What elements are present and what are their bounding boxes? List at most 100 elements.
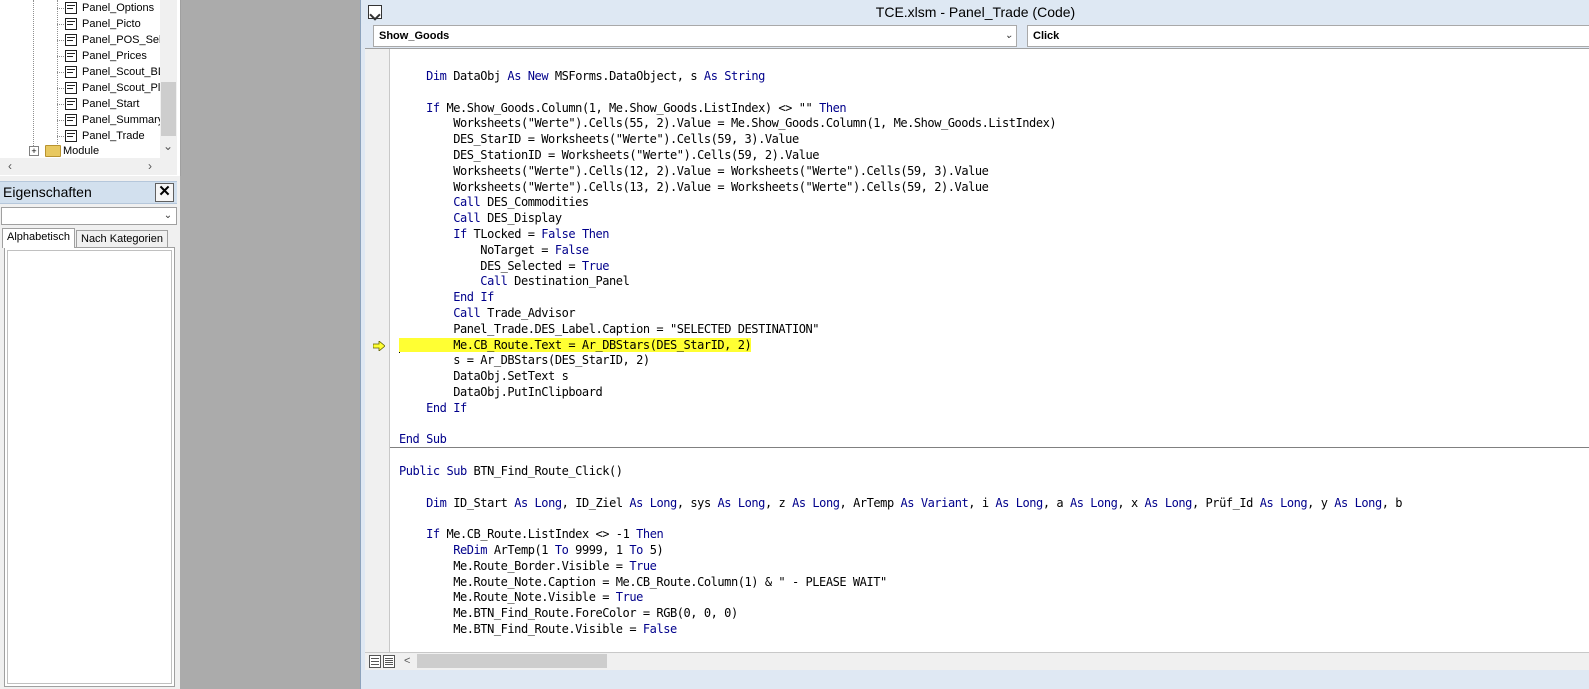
tree-item[interactable]: Panel_Options xyxy=(0,0,160,16)
code-line[interactable]: NoTarget = False xyxy=(399,243,1402,259)
code-line-text: Me.BTN_Find_Route.Visible = False xyxy=(399,621,677,636)
code-line-text: Call Trade_Advisor xyxy=(453,305,576,320)
code-line[interactable]: Dim ID_Start As Long, ID_Ziel As Long, s… xyxy=(399,496,1402,512)
code-line-text: Dim ID_Start As Long, ID_Ziel As Long, s… xyxy=(426,495,1403,510)
code-line[interactable]: End If xyxy=(399,401,1402,417)
code-line[interactable]: Worksheets("Werte").Cells(12, 2).Value =… xyxy=(399,164,1402,180)
code-line[interactable]: DES_StarID = Worksheets("Werte").Cells(5… xyxy=(399,132,1402,148)
code-line-text: End Sub xyxy=(399,432,447,446)
breakpoint-margin[interactable] xyxy=(365,49,390,657)
code-line[interactable]: DES_StationID = Worksheets("Werte").Cell… xyxy=(399,148,1402,164)
code-line[interactable]: End If xyxy=(399,290,1402,306)
event-dropdown[interactable]: Click xyxy=(1027,25,1589,47)
code-line[interactable]: Call Trade_Advisor xyxy=(399,306,1402,322)
code-line[interactable]: Worksheets("Werte").Cells(55, 2).Value =… xyxy=(399,116,1402,132)
code-line[interactable]: Me.Route_Note.Visible = True xyxy=(399,590,1402,606)
tree-folder-label: Module xyxy=(63,145,100,157)
tree-item[interactable]: Panel_Prices xyxy=(0,48,160,64)
code-line-text: Worksheets("Werte").Cells(13, 2).Value =… xyxy=(399,179,989,194)
code-keyword: As xyxy=(514,495,528,510)
userform-icon xyxy=(65,98,77,110)
code-line[interactable] xyxy=(399,480,1402,496)
code-window: TCE.xlsm - Panel_Trade (Code) Show_Goods… xyxy=(360,0,1589,689)
scroll-left-arrow-icon[interactable]: ‹ xyxy=(8,160,12,172)
code-line[interactable]: If Me.Show_Goods.Column(1, Me.Show_Goods… xyxy=(399,101,1402,117)
tree-item[interactable]: Panel_Summary xyxy=(0,112,163,128)
code-line[interactable]: DataObj.PutInClipboard xyxy=(399,385,1402,401)
scrollbar-thumb[interactable] xyxy=(161,82,176,136)
project-horizontal-scrollbar[interactable]: ‹ › xyxy=(0,158,177,175)
object-select[interactable]: ⌄ xyxy=(1,207,177,225)
code-window-titlebar[interactable]: TCE.xlsm - Panel_Trade (Code) xyxy=(361,0,1589,24)
tree-item[interactable]: Panel_POS_Sele xyxy=(0,32,168,48)
code-line[interactable]: Dim DataObj As New MSForms.DataObject, s… xyxy=(399,69,1402,85)
expand-plus-icon[interactable]: + xyxy=(29,146,39,156)
procedure-dropdown-value: Show_Goods xyxy=(379,30,450,42)
userform-icon xyxy=(65,2,77,14)
current-statement-highlight: Me.CB_Route.Text = Ar_DBStars(DES_StarID… xyxy=(399,337,752,352)
scrollbar-thumb[interactable] xyxy=(417,654,607,668)
code-keyword: String xyxy=(724,69,765,83)
procedure-dropdown[interactable]: Show_Goods ⌄ xyxy=(373,25,1017,47)
code-line[interactable]: DataObj.SetText s xyxy=(399,369,1402,385)
code-keyword: ReDim xyxy=(453,542,488,557)
code-line[interactable]: Me.CB_Route.Text = Ar_DBStars(DES_StarID… xyxy=(399,337,1402,354)
code-keyword: If xyxy=(426,527,440,542)
code-keyword: If xyxy=(453,226,467,241)
code-line[interactable]: Me.Route_Note.Caption = Me.CB_Route.Colu… xyxy=(399,575,1402,591)
code-line[interactable]: Me.BTN_Find_Route.Visible = False xyxy=(399,622,1402,638)
code-line-text: NoTarget = False xyxy=(399,242,589,257)
scroll-right-arrow-icon[interactable]: › xyxy=(148,160,152,172)
code-line-text: DES_StarID = Worksheets("Werte").Cells(5… xyxy=(399,132,799,147)
code-line[interactable]: Call Destination_Panel xyxy=(399,274,1402,290)
code-line[interactable]: Me.BTN_Find_Route.ForeColor = RGB(0, 0, … xyxy=(399,606,1402,622)
code-line[interactable]: Panel_Trade.DES_Label.Caption = "SELECTE… xyxy=(399,322,1402,338)
code-line-text: If Me.CB_Route.ListIndex <> -1 Then xyxy=(426,527,664,542)
code-line[interactable]: ReDim ArTemp(1 To 9999, 1 To 5) xyxy=(399,543,1402,559)
tree-item[interactable]: Panel_Picto xyxy=(0,16,160,32)
code-editor[interactable]: Dim DataObj As New MSForms.DataObject, s… xyxy=(365,48,1589,657)
execution-pointer-arrow-icon xyxy=(373,341,385,351)
code-line-text: If Me.Show_Goods.Column(1, Me.Show_Goods… xyxy=(426,100,847,115)
code-line-text: Panel_Trade.DES_Label.Caption = "SELECTE… xyxy=(399,321,820,336)
code-line[interactable]: End Sub xyxy=(399,432,1402,448)
tree-item-label: Panel_Picto xyxy=(82,18,141,30)
scroll-left-arrow-icon[interactable]: < xyxy=(404,655,410,667)
code-line[interactable] xyxy=(399,448,1402,464)
code-keyword: As xyxy=(792,495,806,510)
tree-item-selected[interactable]: Panel_Trade xyxy=(0,128,160,144)
code-keyword: Public xyxy=(399,463,440,478)
tree-folder-module[interactable]: + Module xyxy=(0,143,160,159)
code-keyword: Dim xyxy=(426,495,447,510)
code-line[interactable]: Worksheets("Werte").Cells(13, 2).Value =… xyxy=(399,180,1402,196)
close-icon[interactable]: ✕ xyxy=(155,183,174,202)
tree-item[interactable]: Panel_Start xyxy=(0,96,160,112)
code-keyword: Long xyxy=(1354,495,1383,510)
code-line-text: Me.Route_Border.Visible = True xyxy=(399,558,657,573)
code-line[interactable]: s = Ar_DBStars(DES_StarID, 2) xyxy=(399,353,1402,369)
code-keyword: If xyxy=(453,400,467,415)
code-line[interactable] xyxy=(399,417,1402,433)
tree-item[interactable]: Panel_Scout_BD xyxy=(0,64,166,80)
code-line[interactable]: Public Sub BTN_Find_Route_Click() xyxy=(399,464,1402,480)
full-module-view-icon[interactable] xyxy=(383,655,395,668)
editor-horizontal-scrollbar[interactable]: < xyxy=(365,652,1589,670)
chevron-down-icon[interactable]: ⌄ xyxy=(162,208,174,224)
code-line[interactable]: DES_Selected = True xyxy=(399,259,1402,275)
scroll-down-arrow-icon[interactable]: ⌄ xyxy=(163,140,173,152)
procedure-view-icon[interactable] xyxy=(369,655,381,668)
code-line-text: Me.BTN_Find_Route.ForeColor = RGB(0, 0, … xyxy=(399,606,738,621)
userform-icon xyxy=(65,114,77,126)
code-text[interactable]: Dim DataObj As New MSForms.DataObject, s… xyxy=(399,69,1403,638)
code-line[interactable] xyxy=(399,85,1402,101)
code-line[interactable] xyxy=(399,511,1402,527)
code-line[interactable]: Call DES_Commodities xyxy=(399,195,1402,211)
code-line[interactable]: If Me.CB_Route.ListIndex <> -1 Then xyxy=(399,527,1402,543)
code-line[interactable]: Me.Route_Border.Visible = True xyxy=(399,559,1402,575)
code-line[interactable]: Call DES_Display xyxy=(399,211,1402,227)
tab-alphabetisch[interactable]: Alphabetisch xyxy=(2,228,75,248)
code-line[interactable]: If TLocked = False Then xyxy=(399,227,1402,243)
code-keyword: False xyxy=(642,621,677,636)
chevron-down-icon[interactable]: ⌄ xyxy=(1005,27,1013,45)
tree-item[interactable]: Panel_Scout_Pla xyxy=(0,80,166,96)
